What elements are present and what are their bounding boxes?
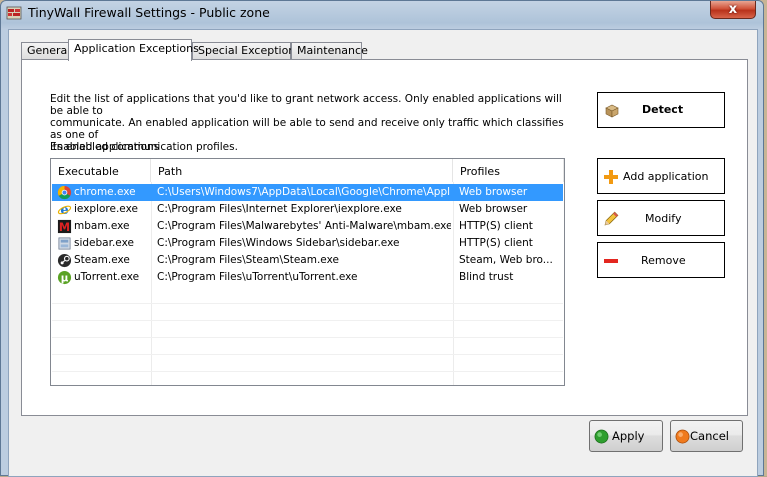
executable-cell: chrome.exe xyxy=(74,186,136,198)
table-row[interactable]: sidebar.exe C:\Program Files\Windows Sid… xyxy=(52,235,563,252)
path-cell: C:\Program Files\Internet Explorer\iexpl… xyxy=(157,203,402,215)
table-row[interactable]: chrome.exe C:\Users\Windows7\AppData\Loc… xyxy=(52,184,563,201)
close-icon: x xyxy=(728,2,738,17)
table-row[interactable]: µ uTorrent.exe C:\Program Files\uTorrent… xyxy=(52,269,563,286)
executable-cell: Steam.exe xyxy=(74,254,130,266)
path-cell: C:\Program Files\Windows Sidebar\sidebar… xyxy=(157,237,400,249)
application-exceptions-panel: Edit the list of applications that you'd… xyxy=(21,59,748,416)
tab-general-label: General xyxy=(27,44,71,57)
settings-window: TinyWall Firewall Settings - Public zone… xyxy=(0,0,764,477)
green-circle-icon xyxy=(594,429,609,444)
row-divider xyxy=(52,320,563,321)
column-header-executable[interactable]: Executable xyxy=(51,159,151,182)
minus-icon xyxy=(604,259,618,263)
tab-special-exceptions[interactable]: Special Exceptions xyxy=(192,42,301,60)
tinywall-app-icon xyxy=(6,6,22,20)
svg-text:e: e xyxy=(60,203,68,217)
executable-cell: iexplore.exe xyxy=(74,203,138,215)
window-client-area: General Application Exceptions Special E… xyxy=(8,29,758,477)
tab-maintenance-label: Maintenance xyxy=(297,44,368,57)
tab-application-exceptions-label: Application Exceptions xyxy=(74,42,199,55)
modify-button-label: Modify xyxy=(645,212,682,225)
row-divider xyxy=(52,371,563,372)
modify-button[interactable]: Modify xyxy=(597,200,725,236)
utorrent-icon: µ xyxy=(57,270,72,284)
internet-explorer-icon: e xyxy=(57,203,72,217)
profiles-cell: Web browser xyxy=(459,186,528,198)
path-cell: C:\Program Files\Malwarebytes' Anti-Malw… xyxy=(157,220,451,232)
window-title: TinyWall Firewall Settings - Public zone xyxy=(28,5,270,20)
executable-cell: mbam.exe xyxy=(74,220,130,232)
description-line-1: Edit the list of applications that you'd… xyxy=(50,93,562,117)
remove-button-label: Remove xyxy=(641,254,686,267)
remove-button[interactable]: Remove xyxy=(597,242,725,278)
title-bar[interactable]: TinyWall Firewall Settings - Public zone… xyxy=(1,1,763,25)
profiles-cell: Web browser xyxy=(459,203,528,215)
svg-text:µ: µ xyxy=(61,272,69,284)
row-divider xyxy=(52,354,563,355)
path-cell: C:\Program Files\Steam\Steam.exe xyxy=(157,254,339,266)
svg-text:M: M xyxy=(59,221,70,234)
description-line-2: communicate. An enabled application will… xyxy=(50,117,564,141)
tab-application-exceptions[interactable]: Application Exceptions xyxy=(68,39,199,61)
applications-list[interactable]: Executable Path Profiles chrome.exe C:\U… xyxy=(50,158,565,386)
profiles-cell: Steam, Web bro... xyxy=(459,254,553,266)
close-button[interactable]: x xyxy=(710,1,756,19)
orange-circle-icon xyxy=(675,429,690,444)
cancel-button-label: Cancel xyxy=(690,429,729,443)
box-icon xyxy=(605,104,619,118)
plus-icon xyxy=(604,170,618,184)
tab-special-exceptions-label: Special Exceptions xyxy=(198,44,301,57)
profiles-cell: Blind trust xyxy=(459,271,514,283)
add-application-button[interactable]: Add application xyxy=(597,158,725,194)
cancel-button[interactable]: Cancel xyxy=(670,420,743,452)
steam-icon xyxy=(57,253,72,268)
table-row[interactable]: M mbam.exe C:\Program Files\Malwarebytes… xyxy=(52,218,563,235)
apply-button-label: Apply xyxy=(612,429,645,443)
table-row[interactable]: Steam.exe C:\Program Files\Steam\Steam.e… xyxy=(52,252,563,269)
tab-maintenance[interactable]: Maintenance xyxy=(291,42,368,60)
detect-button[interactable]: Detect xyxy=(597,92,725,128)
add-application-button-label: Add application xyxy=(623,170,709,183)
path-cell: C:\Program Files\uTorrent\uTorrent.exe xyxy=(157,271,358,283)
malwarebytes-icon: M xyxy=(57,219,72,234)
row-divider xyxy=(52,303,563,304)
column-header-path[interactable]: Path xyxy=(151,159,453,182)
column-header-profiles[interactable]: Profiles xyxy=(453,159,564,182)
apply-button[interactable]: Apply xyxy=(589,420,663,452)
sidebar-icon xyxy=(58,237,71,250)
pencil-icon xyxy=(604,211,619,226)
table-row[interactable]: e iexplore.exe C:\Program Files\Internet… xyxy=(52,201,563,218)
detect-button-label: Detect xyxy=(642,103,684,116)
profiles-cell: HTTP(S) client xyxy=(459,237,533,249)
row-divider xyxy=(52,337,563,338)
chrome-icon xyxy=(57,185,72,200)
tab-general[interactable]: General xyxy=(21,42,71,60)
executable-cell: sidebar.exe xyxy=(74,237,134,249)
profiles-cell: HTTP(S) client xyxy=(459,220,533,232)
enabled-applications-label: Enabled applications xyxy=(50,141,160,153)
executable-cell: uTorrent.exe xyxy=(74,271,140,283)
path-cell: C:\Users\Windows7\AppData\Local\Google\C… xyxy=(157,186,451,198)
